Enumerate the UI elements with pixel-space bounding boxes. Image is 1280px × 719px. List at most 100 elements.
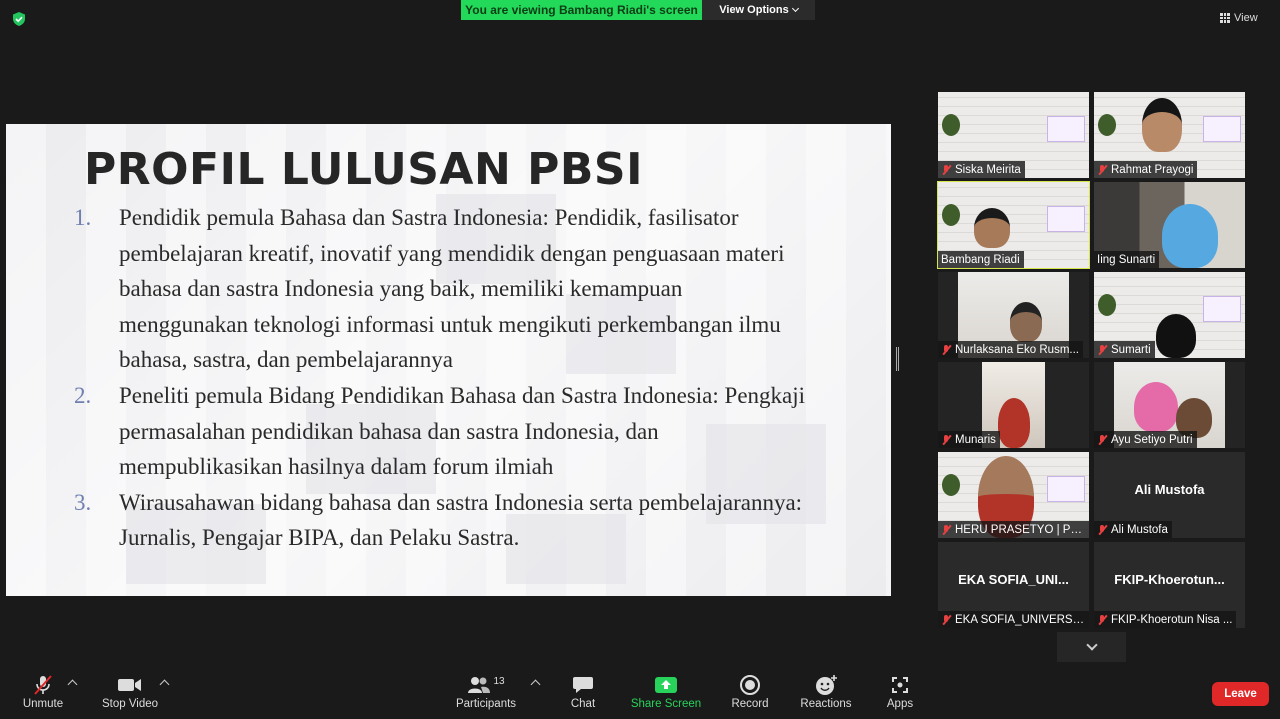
participant-tile[interactable]: Siska Meirita <box>938 92 1089 178</box>
participant-video <box>974 208 1010 248</box>
participant-name: Rahmat Prayogi <box>1111 163 1194 176</box>
slide-list-item: 1. Pendidik pemula Bahasa dan Sastra Ind… <box>74 200 874 378</box>
participants-count: 13 <box>493 675 505 687</box>
shared-screen-slide: PROFIL LULUSAN PBSI 1. Pendidik pemula B… <box>6 124 891 596</box>
participant-tile[interactable]: Munaris <box>938 362 1089 448</box>
participant-tile[interactable]: HERU PRASETYO | PE... <box>938 452 1089 538</box>
gallery-next-page-button[interactable] <box>1057 632 1126 662</box>
mic-muted-icon <box>941 524 951 536</box>
share-screen-button[interactable]: Share Screen <box>630 672 702 716</box>
mic-muted-icon <box>1097 524 1107 536</box>
record-label: Record <box>731 698 769 710</box>
slide-list-item: 2. Peneliti pemula Bidang Pendidikan Bah… <box>74 378 874 485</box>
participant-name: Nurlaksana Eko Rusm... <box>955 343 1079 356</box>
audio-options-caret[interactable] <box>67 679 78 690</box>
slide-title: PROFIL LULUSAN PBSI <box>84 144 643 195</box>
participant-tile[interactable]: Rahmat Prayogi <box>1094 92 1245 178</box>
list-line: menggunakan teknologi informasi untuk me… <box>119 311 781 337</box>
participant-name: Ayu Setiyo Putri <box>1111 433 1193 446</box>
stop-video-button[interactable]: Stop Video <box>98 672 162 716</box>
participant-display-name: EKA SOFIA_UNI... <box>958 572 1069 587</box>
apps-icon <box>890 672 910 698</box>
list-line: Pendidik pemula Bahasa dan Sastra Indone… <box>119 205 739 230</box>
participant-name: Siska Meirita <box>955 163 1021 176</box>
mic-muted-icon <box>1097 164 1107 176</box>
participant-video <box>1142 98 1182 152</box>
participant-name-tag: FKIP-Khoerotun Nisa ... <box>1094 611 1237 628</box>
share-screen-icon <box>654 672 678 698</box>
participants-options-caret[interactable] <box>530 679 541 690</box>
participant-tile-active-speaker[interactable]: Bambang Riadi <box>937 181 1090 269</box>
mic-muted-icon <box>1097 614 1107 626</box>
list-line: bahasa dan sastra Indonesia yang baik, m… <box>119 276 683 302</box>
view-options-label: View Options <box>719 4 789 16</box>
participant-tile[interactable]: Ali Mustofa Ali Mustofa <box>1094 452 1245 538</box>
list-line: Wirausahawan bidang bahasa dan sastra In… <box>119 489 803 515</box>
list-line: bahasa, sastra, dan pembelajarannya <box>119 347 453 373</box>
participant-display-name: Ali Mustofa <box>1134 482 1205 497</box>
participant-name-tag: Sumarti <box>1094 341 1155 358</box>
participant-tile[interactable]: FKIP-Khoerotun... FKIP-Khoerotun Nisa ..… <box>1094 542 1245 628</box>
mic-muted-icon <box>941 614 951 626</box>
view-label: View <box>1234 12 1258 24</box>
reactions-button[interactable]: Reactions <box>798 672 854 716</box>
list-line: mempublikasikan hasilnya dalam forum ilm… <box>119 454 554 480</box>
mic-muted-icon <box>941 164 951 176</box>
record-icon <box>739 672 761 698</box>
participant-name: HERU PRASETYO | PE... <box>955 523 1085 536</box>
participant-name: EKA SOFIA_UNIVERSI... <box>955 613 1085 626</box>
list-line: pembelajaran kreatif, inovatif yang mend… <box>119 240 785 266</box>
emoji-smile-icon <box>814 672 838 698</box>
view-options-button[interactable]: View Options <box>702 0 815 20</box>
stop-video-label: Stop Video <box>101 698 159 710</box>
participant-name: Sumarti <box>1111 343 1151 356</box>
participant-name-tag: Ayu Setiyo Putri <box>1094 431 1197 448</box>
share-screen-label: Share Screen <box>630 698 702 710</box>
chevron-down-icon <box>791 4 799 13</box>
participants-button[interactable]: 13 Participants <box>454 672 518 716</box>
participant-tile[interactable]: Sumarti <box>1094 272 1245 358</box>
participant-name-tag: Rahmat Prayogi <box>1094 161 1198 178</box>
apps-button[interactable]: Apps <box>882 672 918 716</box>
participants-label: Participants <box>455 698 517 710</box>
reactions-label: Reactions <box>800 698 852 710</box>
mic-off-icon <box>32 672 54 698</box>
participant-name-tag: EKA SOFIA_UNIVERSI... <box>938 611 1089 628</box>
panel-resize-handle[interactable] <box>896 347 899 371</box>
list-text: Peneliti pemula Bidang Pendidikan Bahasa… <box>119 378 874 485</box>
video-camera-icon <box>117 672 143 698</box>
participants-icon: 13 <box>466 672 506 698</box>
record-button[interactable]: Record <box>728 672 772 716</box>
mic-muted-icon <box>1097 434 1107 446</box>
unmute-label: Unmute <box>22 698 64 710</box>
participant-name: Iing Sunarti <box>1097 253 1156 266</box>
participant-video <box>998 398 1030 448</box>
security-shield-icon[interactable] <box>11 11 27 27</box>
participant-video <box>1156 314 1196 358</box>
view-layout-button[interactable]: View <box>1220 9 1270 27</box>
participant-tile[interactable]: Iing Sunarti <box>1094 182 1245 268</box>
leave-meeting-button[interactable]: Leave <box>1212 682 1269 706</box>
participant-name-tag: Nurlaksana Eko Rusm... <box>938 341 1083 358</box>
list-text: Wirausahawan bidang bahasa dan sastra In… <box>119 485 874 556</box>
participant-name-tag: Munaris <box>938 431 1000 448</box>
chat-label: Chat <box>570 698 596 710</box>
viewing-screen-banner: You are viewing Bambang Riadi's screen <box>461 0 702 20</box>
unmute-button[interactable]: Unmute <box>18 672 68 716</box>
participant-name-tag: HERU PRASETYO | PE... <box>938 521 1089 538</box>
list-number: 3. <box>74 489 92 515</box>
participant-tile[interactable]: Nurlaksana Eko Rusm... <box>938 272 1089 358</box>
apps-label: Apps <box>886 698 914 710</box>
mic-muted-icon <box>1097 344 1107 356</box>
list-line: permasalahan pendidikan bahasa dan sastr… <box>119 418 659 444</box>
participant-tile[interactable]: Ayu Setiyo Putri <box>1094 362 1245 448</box>
participant-name: FKIP-Khoerotun Nisa ... <box>1111 613 1233 626</box>
participant-tile[interactable]: EKA SOFIA_UNI... EKA SOFIA_UNIVERSI... <box>938 542 1089 628</box>
participant-name-tag: Ali Mustofa <box>1094 521 1172 538</box>
chat-bubble-icon <box>572 672 594 698</box>
participant-name-tag: Iing Sunarti <box>1094 251 1160 268</box>
list-number: 2. <box>74 382 92 408</box>
chat-button[interactable]: Chat <box>563 672 603 716</box>
grid-view-icon <box>1220 13 1230 23</box>
participant-video <box>1010 302 1042 342</box>
